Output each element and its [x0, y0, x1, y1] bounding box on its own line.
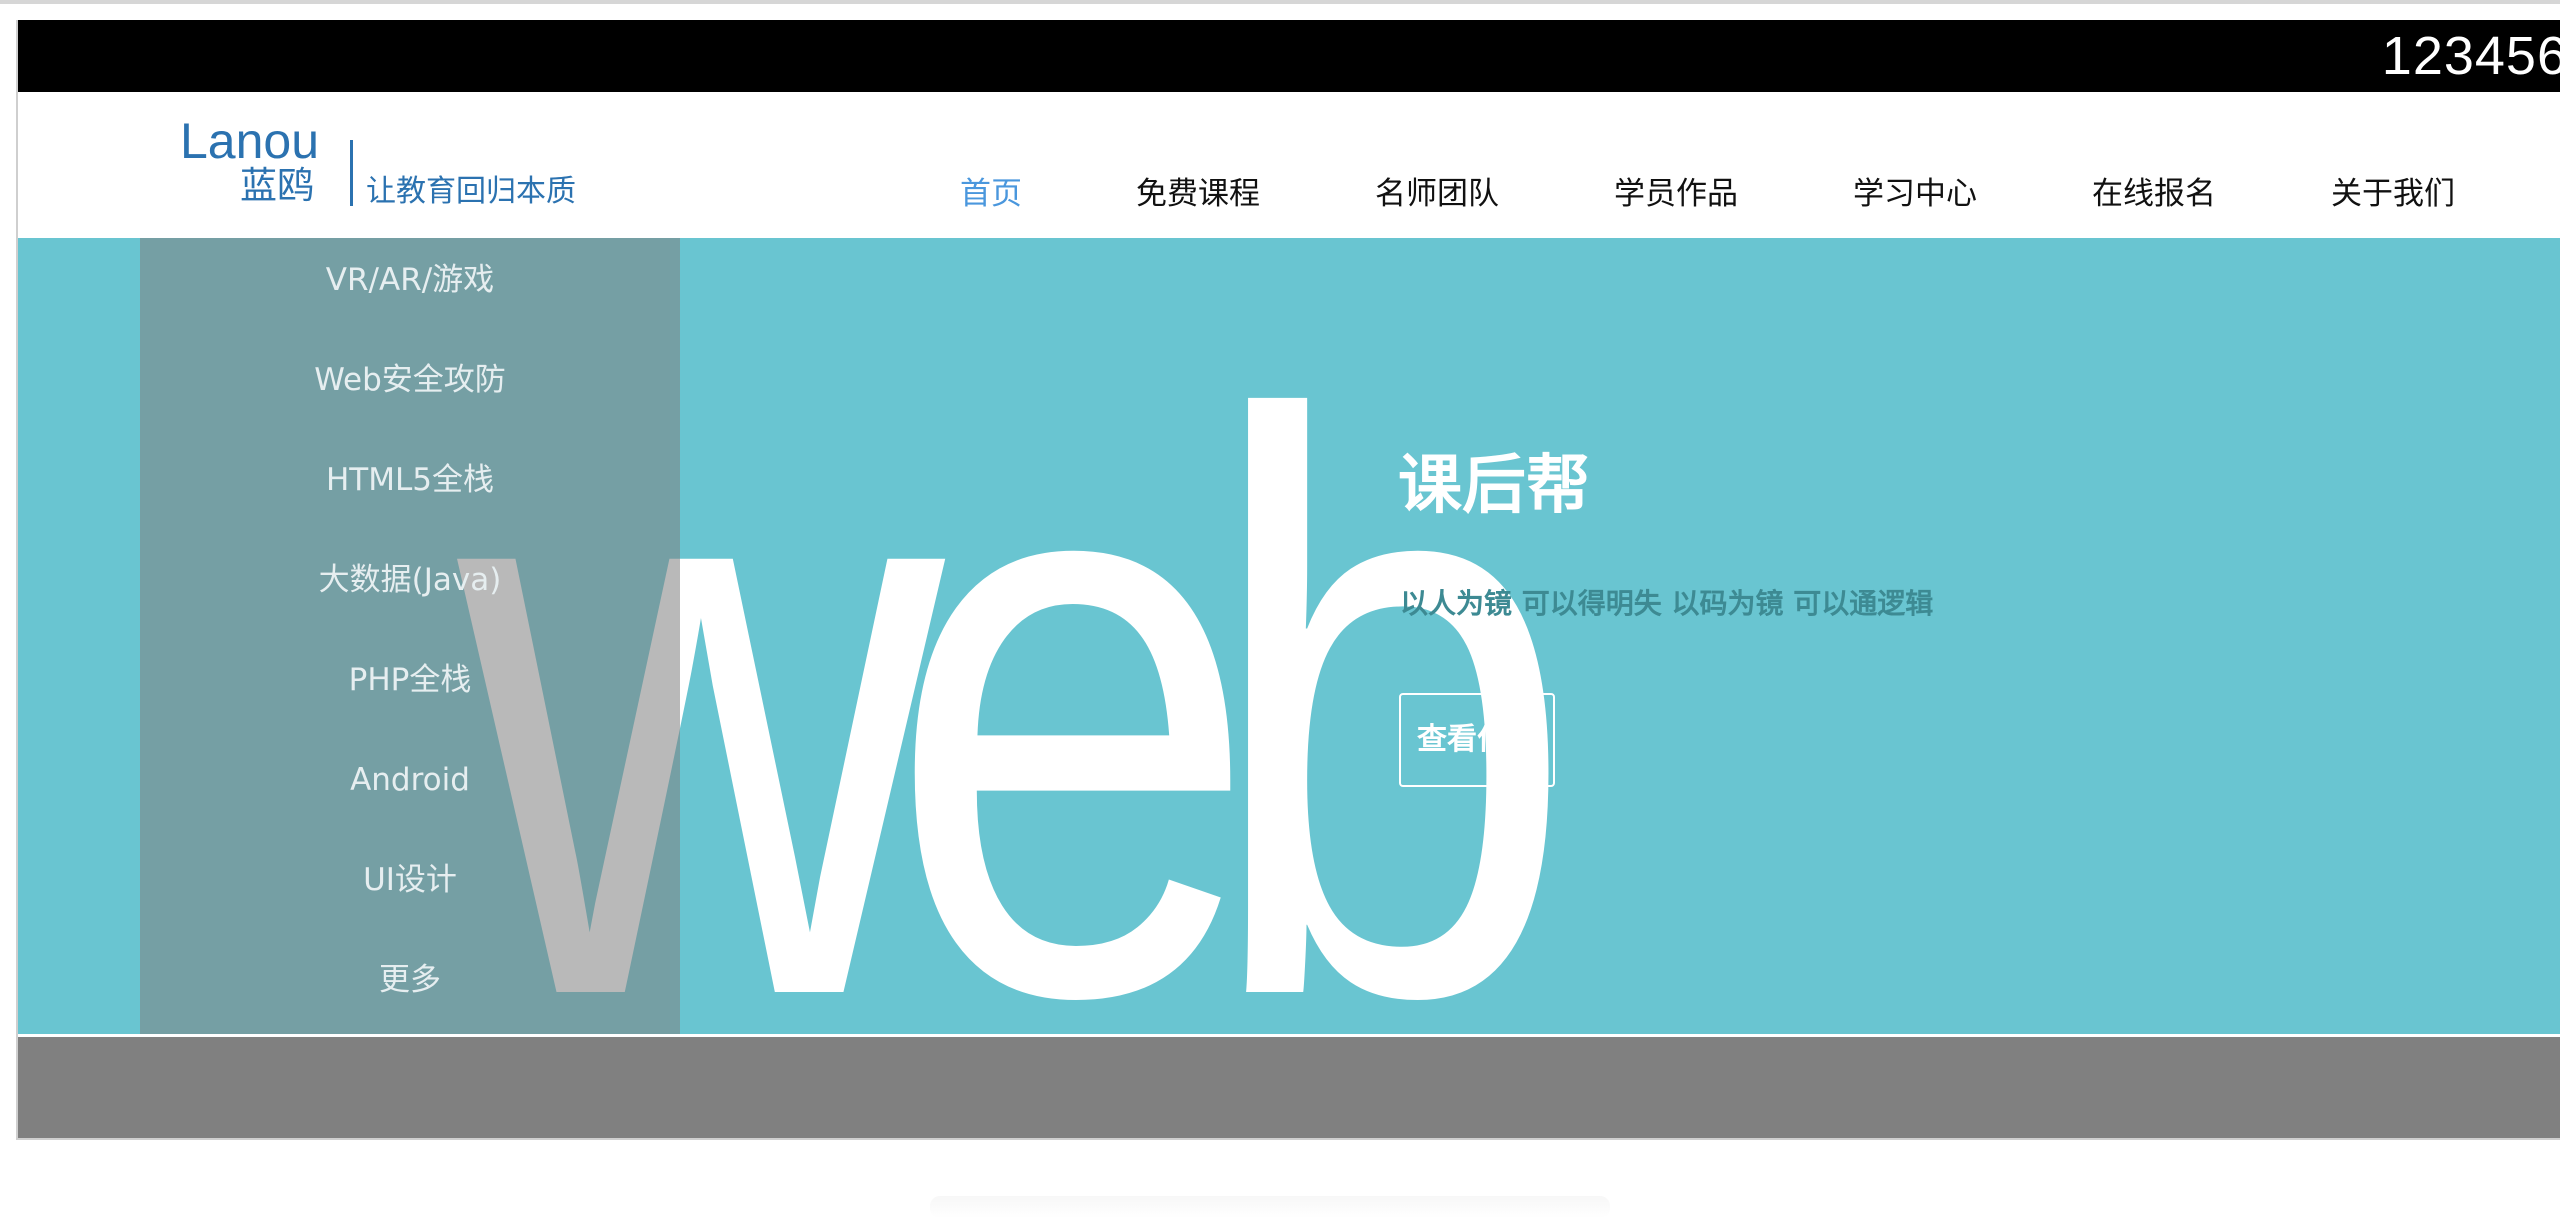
sidebar-item-android[interactable]: Android	[140, 750, 680, 810]
sidebar-item-ui-design[interactable]: UI设计	[140, 850, 680, 910]
promo-subtitle: 以人为镜 可以得明失 以码为镜 可以通逻辑	[1400, 587, 1934, 620]
nav-item-about-us[interactable]: 关于我们	[2331, 172, 2455, 216]
sidebar-item-vr-ar-game[interactable]: VR/AR/游戏	[140, 250, 680, 310]
logo-english[interactable]: Lanou	[180, 114, 319, 168]
footer-grey-band	[18, 1037, 2560, 1138]
sidebar-item-web-security[interactable]: Web安全攻防	[140, 350, 680, 410]
logo-divider	[350, 140, 353, 206]
nav-item-free-courses[interactable]: 免费课程	[1136, 172, 1260, 216]
nav-item-student-works[interactable]: 学员作品	[1614, 172, 1738, 216]
top-bar-text: 123456	[2381, 26, 2560, 86]
nav-item-online-signup[interactable]: 在线报名	[2092, 172, 2216, 216]
nav-item-teachers[interactable]: 名师团队	[1375, 172, 1499, 216]
sidebar-item-html5[interactable]: HTML5全栈	[140, 450, 680, 510]
top-bar: 123456	[18, 20, 2560, 92]
course-category-sidebar: VR/AR/游戏 Web安全攻防 HTML5全栈 大数据(Java) PHP全栈…	[140, 238, 680, 1036]
nav-item-home[interactable]: 首页	[960, 172, 1022, 216]
sidebar-item-big-data-java[interactable]: 大数据(Java)	[140, 550, 680, 610]
nav-item-learning-center[interactable]: 学习中心	[1853, 172, 1977, 216]
bottom-shadow	[930, 1196, 1610, 1218]
view-homework-button[interactable]: 查看作业	[1399, 693, 1555, 787]
logo-slogan: 让教育回归本质	[366, 174, 576, 209]
sidebar-item-more[interactable]: 更多	[140, 950, 680, 1010]
window-top-border	[0, 0, 2560, 4]
logo-chinese[interactable]: 蓝鸥	[240, 164, 314, 208]
sidebar-item-php[interactable]: PHP全栈	[140, 650, 680, 710]
promo-title: 课后帮	[1398, 449, 1590, 523]
site-header: Lanou 蓝鸥 让教育回归本质 首页 免费课程 名师团队 学员作品 学习中心 …	[18, 92, 2560, 238]
hero-banner: web VR/AR/游戏 Web安全攻防 HTML5全栈 大数据(Java) P…	[18, 238, 2560, 1036]
